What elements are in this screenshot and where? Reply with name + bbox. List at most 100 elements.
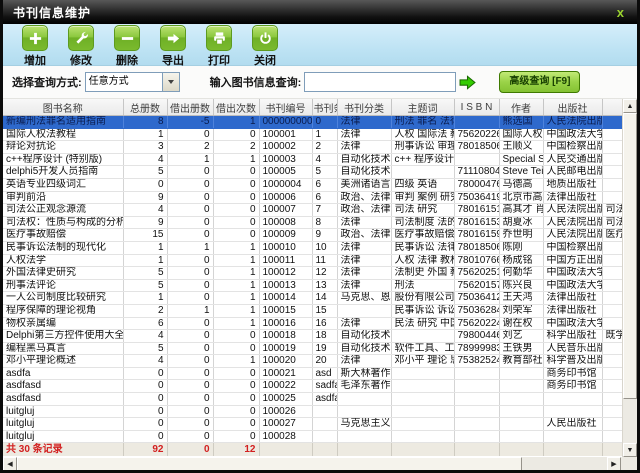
cell[interactable]: 100022 xyxy=(259,380,312,393)
cell[interactable]: 0 xyxy=(167,393,213,406)
cell[interactable] xyxy=(337,405,391,418)
toolbar-button-arrow-right[interactable]: 导出 xyxy=(150,25,196,68)
cell[interactable] xyxy=(602,254,622,267)
table-row[interactable]: 司法权：性质与构成的分析9001000088法律司法制度 法的适78016153… xyxy=(3,216,622,229)
cell[interactable]: 1 xyxy=(123,254,167,267)
cell[interactable]: 0 xyxy=(312,116,337,129)
cell[interactable] xyxy=(454,418,499,431)
cell[interactable]: 100028 xyxy=(259,430,312,443)
cell[interactable]: 斯大林著作 xyxy=(337,367,391,380)
scroll-down-icon[interactable]: ▼ xyxy=(623,443,637,457)
cell[interactable]: 15 xyxy=(123,229,167,242)
cell[interactable]: -5 xyxy=(167,116,213,129)
cell[interactable]: 审判 案例 研究 xyxy=(391,191,454,204)
cell[interactable]: 1 xyxy=(123,241,167,254)
cell[interactable]: 8 xyxy=(312,216,337,229)
cell[interactable]: 19 xyxy=(312,342,337,355)
cell[interactable] xyxy=(602,367,622,380)
cell[interactable]: 人民法院出版社 xyxy=(543,229,602,242)
table-row[interactable]: 物权亲属编60110001616法律民法 研究 中国7562022410谢在权中… xyxy=(3,317,622,330)
table-row[interactable]: 邓小平理论概述40110002020法律邓小平 理论 思7538252479教育… xyxy=(3,355,622,368)
column-header[interactable]: 出版社 xyxy=(543,99,602,116)
table-row[interactable]: delphi5开发人员指南5001000055自动化技术、7111080406S… xyxy=(3,166,622,179)
table-row[interactable]: 刑事法评论50110001313法律刑法7562015740陈兴良中国政法大学 xyxy=(3,279,622,292)
cell[interactable] xyxy=(543,393,602,406)
table-row[interactable]: 民事诉讼法制的现代化11110001010法律民事诉讼 法律7801850610… xyxy=(3,241,622,254)
scroll-right-icon[interactable]: ▶ xyxy=(607,457,621,471)
cell[interactable]: 7562022410 xyxy=(454,317,499,330)
cell[interactable]: 100011 xyxy=(259,254,312,267)
cell[interactable]: 9 xyxy=(123,216,167,229)
cell[interactable]: 0 xyxy=(123,418,167,431)
cell[interactable]: 7801615115 xyxy=(454,204,499,217)
cell[interactable]: 7980044646 xyxy=(454,330,499,343)
column-header[interactable]: 主题词 xyxy=(391,99,454,116)
toolbar-button-printer[interactable]: 打印 xyxy=(196,25,242,68)
cell[interactable]: 四级 英语 xyxy=(391,178,454,191)
cell[interactable]: 7538252479 xyxy=(454,355,499,368)
table-row[interactable]: 辩论对抗论3221000022法律刑事诉讼 审理780185067X王顺义中国检… xyxy=(3,141,622,154)
cell[interactable]: 法律 xyxy=(337,141,391,154)
vertical-scrollbar[interactable]: ▲ ▼ xyxy=(622,99,637,457)
cell[interactable]: 人民音乐出版社 xyxy=(543,342,602,355)
cell[interactable]: 北京市高级人 xyxy=(499,191,543,204)
cell[interactable]: 刘艺 xyxy=(499,330,543,343)
cell[interactable] xyxy=(602,393,622,406)
cell[interactable]: 0 xyxy=(167,178,213,191)
cell[interactable]: 1000004 xyxy=(259,178,312,191)
cell[interactable]: luitgluj xyxy=(3,418,123,431)
cell[interactable] xyxy=(337,304,391,317)
search-input[interactable] xyxy=(304,72,456,92)
cell[interactable]: 1 xyxy=(167,241,213,254)
cell[interactable] xyxy=(602,116,622,129)
cell[interactable]: 人民法院出版社 xyxy=(543,204,602,217)
cell[interactable] xyxy=(454,430,499,443)
cell[interactable]: 1 xyxy=(213,267,259,280)
cell[interactable]: 中国政法大学 xyxy=(543,128,602,141)
cell[interactable] xyxy=(454,367,499,380)
cell[interactable]: 王顺义 xyxy=(499,141,543,154)
vertical-scroll-track[interactable] xyxy=(623,399,637,443)
cell[interactable]: 10 xyxy=(312,241,337,254)
cell[interactable]: 2 xyxy=(312,141,337,154)
cell[interactable]: 邓小平理论概述 xyxy=(3,355,123,368)
table-row[interactable]: luitgluj000100027马克思主义、人民出版社 xyxy=(3,418,622,431)
column-header[interactable]: I S B N xyxy=(454,99,499,116)
cell[interactable]: asdfasd xyxy=(312,393,337,406)
cell[interactable]: 100020 xyxy=(259,355,312,368)
horizontal-scroll-track[interactable] xyxy=(522,457,607,471)
cell[interactable]: 0 xyxy=(167,216,213,229)
cell[interactable]: 0 xyxy=(167,229,213,242)
cell[interactable]: 政治、法律 xyxy=(337,204,391,217)
cell[interactable]: 0 xyxy=(213,393,259,406)
cell[interactable]: 0 xyxy=(167,342,213,355)
cell[interactable] xyxy=(602,292,622,305)
cell[interactable]: 高其才 肖建 xyxy=(499,204,543,217)
cell[interactable] xyxy=(454,153,499,166)
cell[interactable]: 1 xyxy=(213,292,259,305)
cell[interactable]: 人民交通出版社 xyxy=(543,153,602,166)
cell[interactable]: 5 xyxy=(123,279,167,292)
cell[interactable]: delphi5开发人员指南 xyxy=(3,166,123,179)
cell[interactable]: 王天鸿 xyxy=(499,292,543,305)
table-row[interactable]: Delphi第三方控件使用大全40010001818自动化技术、79800446… xyxy=(3,330,622,343)
cell[interactable]: 股份有限公司 公 xyxy=(391,292,454,305)
cell[interactable]: 英语专业四级词汇 xyxy=(3,178,123,191)
cell[interactable]: 100003 xyxy=(259,153,312,166)
cell[interactable] xyxy=(543,405,602,418)
cell[interactable] xyxy=(454,405,499,418)
cell[interactable] xyxy=(454,116,499,129)
go-arrow-icon[interactable] xyxy=(459,75,476,90)
cell[interactable]: Delphi第三方控件使用大全 xyxy=(3,330,123,343)
cell[interactable]: 0 xyxy=(167,330,213,343)
cell[interactable]: 医疗事故赔偿 医 xyxy=(391,229,454,242)
cell[interactable]: 人民出版社 xyxy=(543,418,602,431)
cell[interactable]: 编程黑马真言 xyxy=(3,342,123,355)
cell[interactable]: luitgluj xyxy=(3,430,123,443)
cell[interactable] xyxy=(602,418,622,431)
cell[interactable]: 1 xyxy=(167,304,213,317)
cell[interactable]: 刑事诉讼 审理 xyxy=(391,141,454,154)
cell[interactable]: 7800047601 xyxy=(454,178,499,191)
cell[interactable]: 5 xyxy=(123,166,167,179)
cell[interactable]: 7801850610 xyxy=(454,241,499,254)
